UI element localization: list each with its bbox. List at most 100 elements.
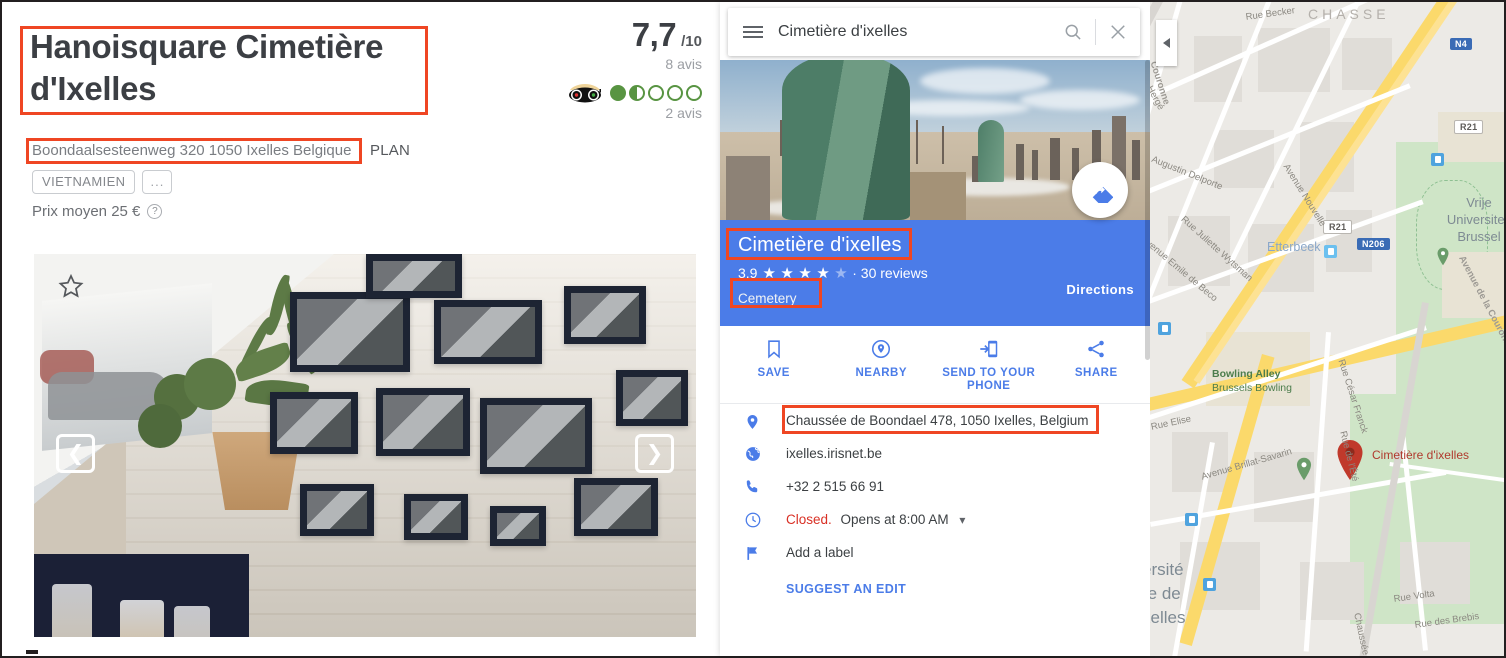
tripadvisor-row (568, 83, 702, 103)
map-label-chasse: CHASSE (1308, 6, 1390, 22)
bottom-marker (26, 650, 38, 654)
place-info-card: Cimetière d'ixelles 3.9 ★ ★ ★ ★ ★ · 30 r… (720, 220, 1150, 326)
map-label-brussels-bowling: Brussels Bowling (1212, 382, 1292, 394)
map-label-vub: Vrije Universiteit Brussel (1446, 194, 1504, 245)
nearby-pin-icon (870, 338, 892, 360)
bubble-3 (648, 85, 664, 101)
photo-background (34, 254, 696, 637)
maps-search-bar[interactable]: Cimetière d'ixelles (728, 8, 1140, 56)
hours-status: Closed. (786, 512, 832, 527)
nearby-label: NEARBY (855, 367, 907, 380)
directions-label[interactable]: Directions (1066, 282, 1134, 297)
price-row: Prix moyen 25 € ? (32, 203, 162, 220)
detail-row-hours[interactable]: Closed. Opens at 8:00 AM ▾ (720, 509, 1150, 542)
question-mark-icon[interactable]: ? (147, 204, 162, 219)
road-shield-n206: N206 (1357, 238, 1390, 250)
annotation-box-gmaps-address (782, 405, 1099, 434)
phone-icon (744, 476, 786, 495)
transit-station-icon[interactable] (1431, 153, 1444, 166)
detail-row-address[interactable]: Chaussée de Boondael 478, 1050 Ixelles, … (720, 410, 1150, 443)
photo-prev-button[interactable]: ❮ (56, 434, 95, 473)
detail-row-website[interactable]: ixelles.irisnet.be (720, 443, 1150, 476)
rating-scale: /10 (681, 33, 702, 50)
tag-more[interactable]: ... (142, 170, 172, 194)
tripadvisor-count: 2 avis (568, 105, 702, 121)
hamburger-menu-icon[interactable] (728, 23, 778, 41)
search-input[interactable]: Cimetière d'ixelles (778, 23, 1051, 41)
rating-value: 7,7 (632, 16, 676, 54)
tag-cuisine[interactable]: VIETNAMIEN (32, 170, 135, 194)
place-website[interactable]: ixelles.irisnet.be (786, 443, 882, 465)
place-phone: +32 2 515 66 91 (786, 476, 884, 498)
share-button[interactable]: SHARE (1043, 326, 1151, 403)
plan-link[interactable]: PLAN (370, 142, 410, 159)
road-shield-n4: N4 (1450, 38, 1472, 50)
place-hours: Closed. Opens at 8:00 AM ▾ (786, 509, 965, 531)
map-label-universite-1: ersité (1150, 560, 1184, 580)
rating-block: 7,7 /10 8 avis (568, 16, 702, 121)
photo-next-button[interactable]: ❯ (635, 434, 674, 473)
map-label-bowling-alley: Bowling Alley (1212, 368, 1280, 380)
bookmark-icon (763, 338, 785, 360)
place-reviews-count[interactable]: · 30 reviews (852, 265, 927, 281)
transit-station-icon[interactable] (1203, 578, 1216, 591)
listing-address: Boondaalsesteenweg 320 1050 Ixelles Belg… (32, 142, 351, 159)
price-label: Prix moyen 25 € (32, 203, 140, 220)
suggest-an-edit-button[interactable]: SUGGEST AN EDIT (720, 575, 1150, 596)
send-to-phone-button[interactable]: SEND TO YOUR PHONE (935, 326, 1043, 403)
send-to-phone-label: SEND TO YOUR PHONE (935, 367, 1043, 393)
map-label-etterbeek: Etterbeek (1267, 240, 1321, 254)
rating-main: 7,7 /10 (568, 16, 702, 54)
transit-station-icon[interactable] (1185, 513, 1198, 526)
flag-icon (744, 542, 786, 563)
tripadvisor-bubbles (610, 85, 702, 101)
cuisine-tags: VIETNAMIEN ... (32, 170, 172, 194)
location-pin-icon (744, 410, 786, 432)
map-marker-label: Cimetière d'ixelles (1372, 448, 1469, 462)
road-shield-r21-upper: R21 (1454, 120, 1483, 134)
search-icon[interactable] (1051, 22, 1095, 42)
bubble-2 (629, 85, 645, 101)
detail-row-add-label[interactable]: Add a label (720, 542, 1150, 575)
screenshot-root: Hanoisquare Cimetière d'Ixelles Boondaal… (0, 0, 1506, 658)
chevron-right-icon: ❯ (646, 443, 664, 464)
tripadvisor-owl-icon (568, 83, 602, 103)
place-details-list: Chaussée de Boondael 478, 1050 Ixelles, … (720, 410, 1150, 596)
clock-icon (744, 509, 786, 529)
directions-arrow-icon (1087, 177, 1113, 203)
map-collapse-button[interactable] (1156, 20, 1177, 66)
star-empty-icon: ★ (834, 264, 847, 282)
annotation-box-place-title (726, 228, 912, 260)
share-label: SHARE (1075, 367, 1118, 380)
transit-station-icon[interactable] (1158, 322, 1171, 335)
nearby-button[interactable]: NEARBY (828, 326, 936, 403)
annotation-box-category (730, 278, 822, 308)
poi-pin-icon[interactable] (1436, 247, 1450, 266)
bubble-4 (667, 85, 683, 101)
detail-row-phone[interactable]: +32 2 515 66 91 (720, 476, 1150, 509)
add-label-text: Add a label (786, 542, 854, 564)
map-label-universite-2: re de (1150, 584, 1181, 604)
place-action-bar: SAVE NEARBY SEND TO YOUR PHONE (720, 326, 1150, 404)
close-icon[interactable] (1096, 22, 1140, 42)
send-to-phone-icon (978, 338, 1000, 360)
page-title: Hanoisquare Cimetière d'Ixelles (30, 26, 420, 110)
chevron-left-icon: ❮ (67, 443, 85, 464)
google-maps-place-panel: Cimetière d'ixelles (720, 2, 1150, 656)
star-outline-icon[interactable] (56, 272, 86, 302)
save-button[interactable]: SAVE (720, 326, 828, 403)
hours-next: Opens at 8:00 AM (841, 512, 949, 527)
globe-icon (744, 443, 786, 463)
share-icon (1085, 338, 1107, 360)
map-label-universite-3: xelles (1150, 608, 1185, 628)
directions-button[interactable] (1072, 162, 1128, 218)
bubble-5 (686, 85, 702, 101)
bowling-poi-pin-icon[interactable] (1295, 457, 1313, 481)
chevron-down-icon[interactable]: ▾ (959, 513, 965, 527)
transit-station-etterbeek-icon[interactable] (1324, 245, 1337, 258)
bubble-1 (610, 85, 626, 101)
rating-count: 8 avis (568, 56, 702, 72)
restaurant-photo[interactable]: ❮ ❯ (34, 254, 696, 637)
map-viewport[interactable]: N4 R21 R21 N206 Cimetière d'ixelles Rue … (1150, 2, 1504, 656)
save-label: SAVE (758, 367, 790, 380)
